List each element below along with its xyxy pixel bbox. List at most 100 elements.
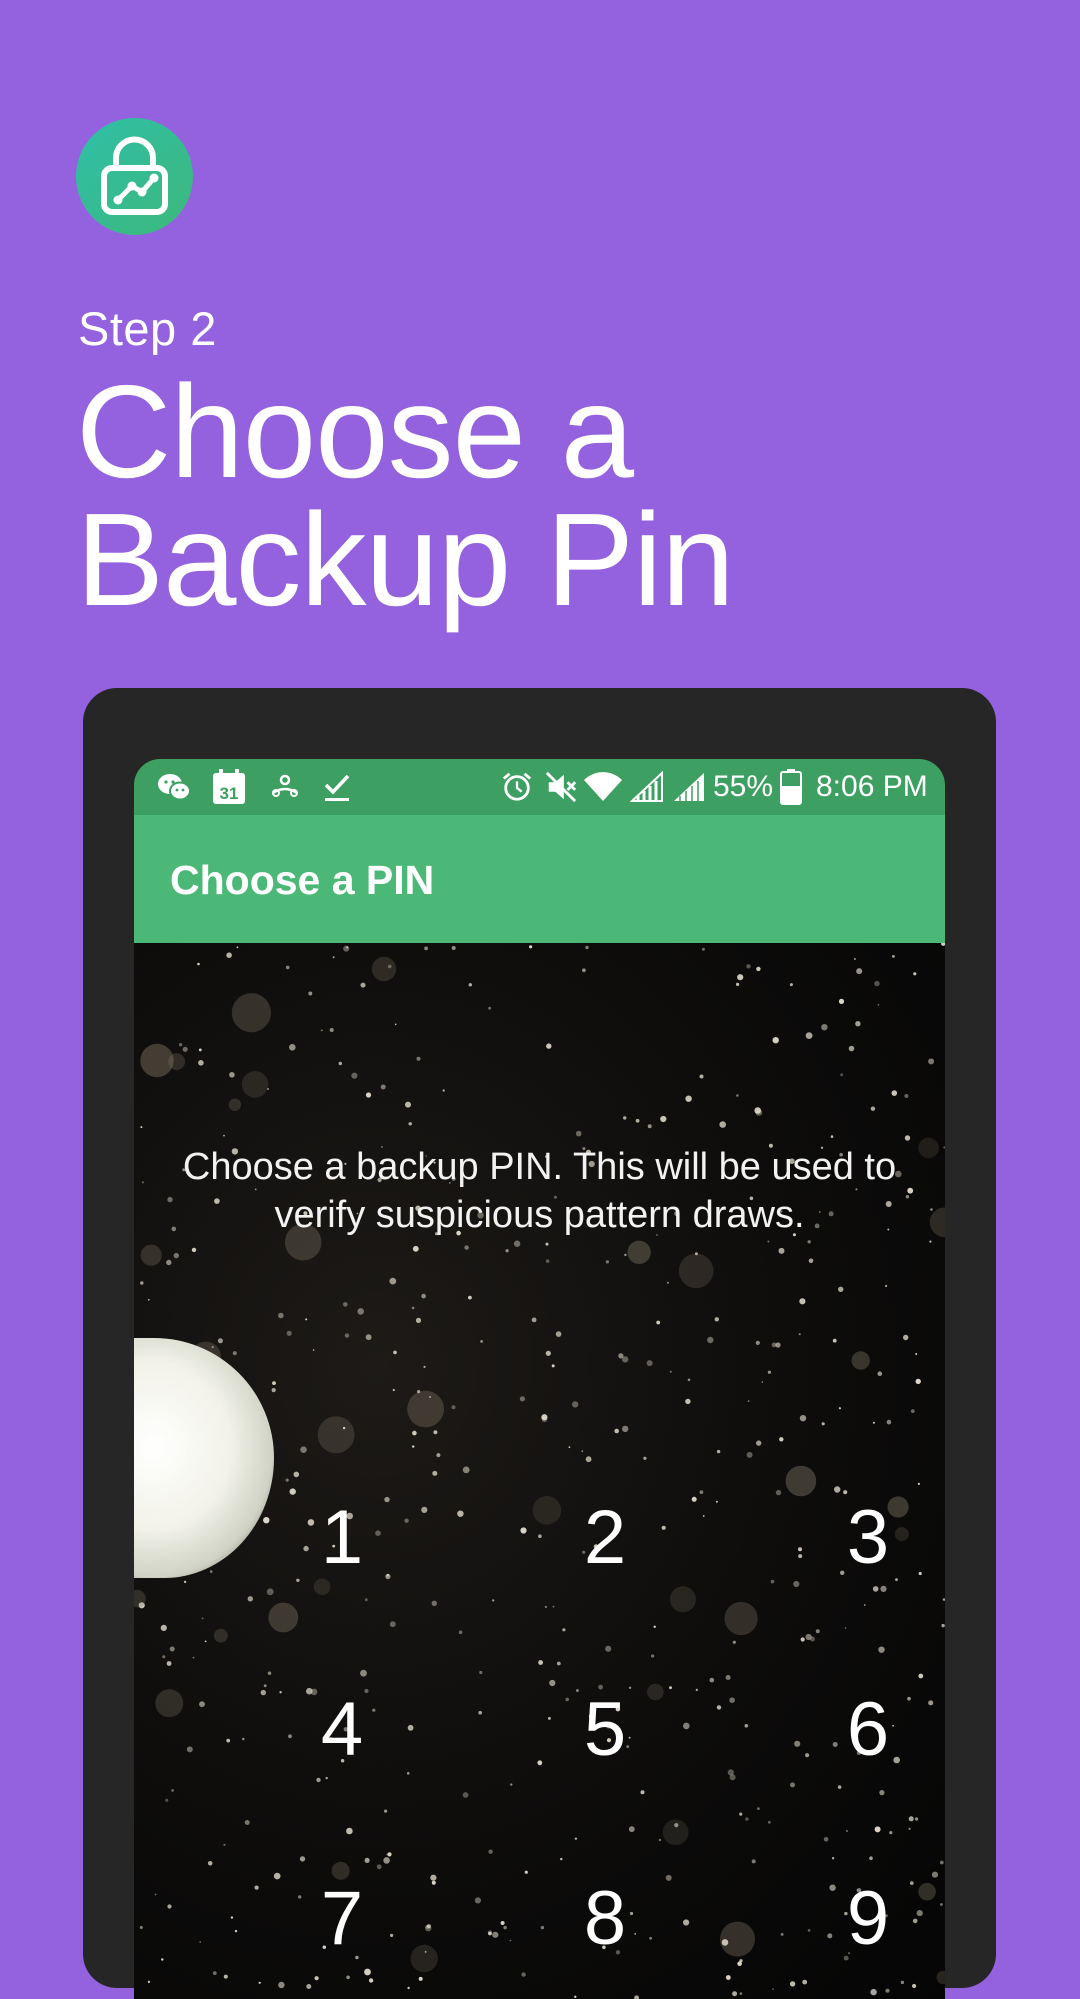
headline: Choose a Backup Pin: [76, 358, 735, 633]
snow-particle: [320, 1029, 323, 1032]
snow-particle: [247, 1596, 253, 1602]
snow-particle: [810, 1636, 815, 1642]
snow-particle: [669, 1370, 672, 1373]
snow-particle: [412, 1445, 415, 1448]
snow-particle: [168, 1053, 185, 1070]
snow-particle: [800, 1637, 805, 1642]
snow-particle: [666, 1281, 669, 1284]
keypad-key-6[interactable]: 6: [798, 1675, 938, 1785]
snow-particle: [807, 1240, 811, 1244]
snow-particle: [364, 1857, 370, 1863]
snow-particle: [790, 1782, 795, 1788]
snow-particle: [701, 947, 705, 951]
snow-particle: [647, 1124, 652, 1129]
snow-particle: [357, 1308, 364, 1315]
snow-particle: [186, 1746, 193, 1753]
snow-particle: [729, 1774, 736, 1781]
snow-particle: [234, 1929, 238, 1933]
snow-particle: [426, 1924, 432, 1929]
wechat-icon: [158, 774, 191, 801]
snow-particle: [524, 1870, 528, 1874]
snow-particle: [837, 1785, 842, 1789]
snow-particle: [808, 1258, 814, 1264]
snow-particle: [851, 1351, 870, 1370]
snow-particle: [538, 1660, 543, 1665]
snow-particle: [272, 1381, 276, 1385]
keypad-key-4[interactable]: 4: [272, 1675, 412, 1785]
snow-particle: [209, 1570, 213, 1573]
snow-particle: [169, 1646, 175, 1652]
snow-particle: [236, 946, 239, 949]
snow-particle: [756, 1440, 762, 1446]
snow-particle: [651, 1654, 655, 1658]
snow-particle: [555, 1331, 562, 1337]
snow-particle: [904, 1135, 911, 1141]
snow-particle: [560, 1857, 563, 1861]
snow-particle: [605, 1645, 612, 1652]
snow-particle: [622, 1356, 629, 1363]
keypad-key-8[interactable]: 8: [535, 1864, 675, 1974]
snow-particle: [531, 1317, 537, 1323]
snow-particle: [744, 1724, 749, 1728]
snow-particle: [462, 1792, 469, 1798]
snow-particle: [640, 1790, 645, 1795]
snow-particle: [605, 1260, 609, 1264]
snow-particle: [832, 1338, 837, 1343]
snow-particle: [488, 1931, 492, 1936]
snow-particle: [424, 946, 428, 951]
app-bar: Choose a PIN: [134, 815, 945, 943]
snow-particle: [332, 956, 335, 959]
snow-particle: [140, 1281, 144, 1285]
snow-particle: [167, 1904, 172, 1909]
snow-particle: [254, 1885, 259, 1890]
snow-particle: [942, 1598, 945, 1601]
snow-particle: [646, 1360, 653, 1367]
headline-line-1: Choose a: [76, 358, 634, 505]
snow-particle: [798, 1333, 801, 1336]
snow-particle: [929, 1207, 945, 1238]
snow-particle: [260, 1689, 266, 1696]
snow-particle: [417, 1390, 421, 1394]
snow-particle: [394, 1023, 397, 1026]
snow-particle: [342, 1426, 346, 1430]
snow-particle: [213, 1628, 228, 1643]
battery-icon: [780, 769, 802, 805]
snow-particle: [198, 1060, 204, 1066]
snow-particle: [380, 1084, 386, 1090]
snow-particle: [503, 1925, 507, 1930]
keypad-key-7[interactable]: 7: [272, 1864, 412, 1974]
snow-particle: [551, 1364, 555, 1368]
snow-particle: [674, 1823, 679, 1828]
keypad-key-5[interactable]: 5: [535, 1675, 675, 1785]
snow-particle: [874, 1826, 881, 1833]
snow-particle: [285, 965, 290, 970]
snow-particle: [191, 1247, 197, 1253]
keypad-key-1[interactable]: 1: [272, 1483, 412, 1593]
snow-particle: [271, 1388, 276, 1393]
snow-particle: [263, 1684, 267, 1688]
keypad-key-9[interactable]: 9: [798, 1864, 938, 1974]
snow-particle: [838, 998, 845, 1004]
snow-particle: [546, 1043, 552, 1049]
snow-particle: [173, 1252, 179, 1259]
snow-particle: [736, 1094, 739, 1097]
headline-line-2: Backup Pin: [76, 486, 735, 633]
snow-particle: [918, 1137, 939, 1159]
cloud-sync-icon: [272, 774, 298, 797]
snow-particle: [263, 1517, 270, 1524]
snow-particle: [258, 1981, 261, 1984]
snow-particle: [767, 1240, 770, 1243]
snow-particle: [685, 1398, 691, 1405]
snow-particle: [416, 1056, 421, 1061]
snow-particle: [840, 1073, 844, 1077]
snow-particle: [520, 1527, 527, 1534]
snow-particle: [913, 972, 917, 976]
keypad-key-2[interactable]: 2: [535, 1483, 675, 1593]
snow-particle: [889, 1831, 893, 1835]
snow-particle: [930, 1208, 933, 1211]
snow-particle: [223, 1974, 228, 1979]
snow-particle: [392, 1388, 395, 1392]
snow-particle: [201, 1617, 204, 1620]
snow-particle: [737, 974, 744, 981]
keypad-key-3[interactable]: 3: [798, 1483, 938, 1593]
